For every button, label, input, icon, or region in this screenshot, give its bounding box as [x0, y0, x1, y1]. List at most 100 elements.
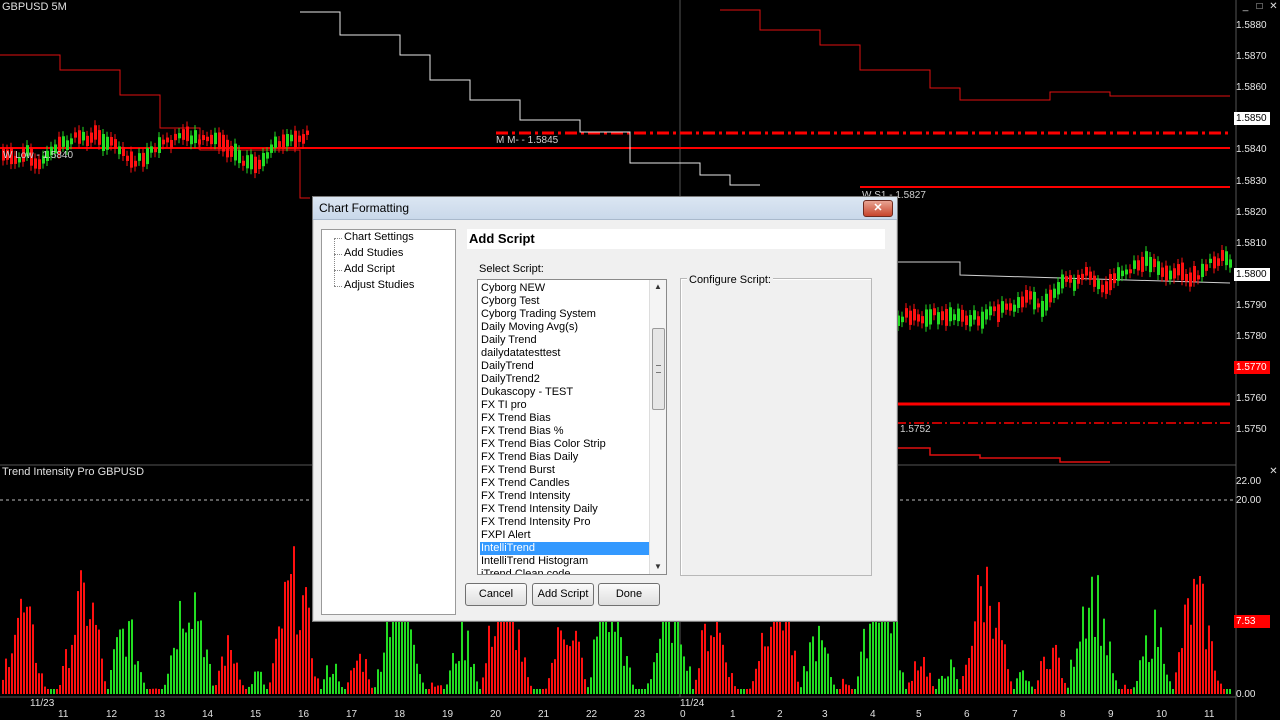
dialog-close-button[interactable]: ✕ — [863, 200, 893, 217]
candle — [993, 306, 996, 312]
price-tick-label: 1.5840 — [1236, 144, 1267, 156]
histogram-bar — [125, 656, 127, 694]
histogram-bar — [824, 647, 826, 694]
histogram-bar — [566, 644, 568, 694]
histogram-bar — [623, 665, 625, 694]
nav-item-chart-settings[interactable]: Chart Settings — [344, 231, 414, 243]
histogram-bar — [659, 638, 661, 694]
histogram-bar — [386, 615, 388, 694]
script-list-item[interactable]: FX Trend Intensity — [480, 490, 649, 503]
histogram-bar — [233, 663, 235, 694]
script-list-item[interactable]: Daily Moving Avg(s) — [480, 321, 649, 334]
candle — [1105, 281, 1108, 294]
candle — [1165, 265, 1168, 281]
configure-script-group — [680, 278, 872, 576]
cancel-button[interactable]: Cancel — [465, 583, 527, 606]
list-scrollbar[interactable]: ▲ ▼ — [649, 280, 666, 574]
histogram-bar — [980, 586, 982, 694]
histogram-bar — [155, 688, 157, 694]
candle — [953, 314, 956, 321]
scroll-up-icon[interactable]: ▲ — [650, 280, 666, 294]
histogram-bar — [557, 627, 559, 694]
histogram-bar — [209, 663, 211, 694]
histogram-bar — [764, 646, 766, 694]
script-listbox[interactable]: Cyborg NEW Cyborg Test Cyborg Trading Syst… — [477, 279, 667, 575]
histogram-bar — [761, 632, 763, 694]
candle — [298, 135, 301, 142]
nav-item-adjust-studies[interactable]: Adjust Studies — [344, 279, 414, 291]
histogram-bar — [11, 653, 13, 694]
maximize-icon[interactable]: □ — [1254, 1, 1265, 12]
add-script-button[interactable]: Add Script — [532, 583, 594, 606]
script-list-item[interactable]: DailyTrend2 — [480, 373, 649, 386]
histogram-bar — [1229, 689, 1231, 694]
script-list-item[interactable]: Cyborg Test — [480, 295, 649, 308]
script-list-item[interactable]: Daily Trend — [480, 334, 649, 347]
histogram-bar — [470, 667, 472, 694]
scroll-down-icon[interactable]: ▼ — [650, 560, 666, 574]
script-list-item[interactable]: FX Trend Candles — [480, 477, 649, 490]
script-list-item[interactable]: IntelliTrend Histogram — [480, 555, 649, 568]
histogram-bar — [743, 689, 745, 694]
histogram-bar — [1070, 659, 1072, 694]
histogram-bar — [539, 689, 541, 694]
histogram-bar — [350, 670, 352, 694]
script-list-item[interactable]: Cyborg NEW — [480, 282, 649, 295]
histogram-bar — [935, 689, 937, 694]
candle — [1061, 274, 1064, 289]
w-low-annotation: W Low - 1.5840 — [3, 150, 74, 161]
script-list-item[interactable]: Dukascopy - TEST — [480, 386, 649, 399]
histogram-bar — [1121, 689, 1123, 694]
script-list-item[interactable]: FX Trend Intensity Pro — [480, 516, 649, 529]
histogram-bar — [62, 665, 64, 694]
candle — [1161, 267, 1164, 277]
time-tick-label: 19 — [442, 709, 454, 720]
script-list-item[interactable]: FX TI pro — [480, 399, 649, 412]
done-button[interactable]: Done — [598, 583, 660, 606]
close-icon[interactable]: ✕ — [1268, 1, 1279, 12]
dialog-titlebar[interactable]: Chart Formatting ✕ — [313, 197, 897, 220]
script-list-item[interactable]: FX Trend Bias % — [480, 425, 649, 438]
histogram-bar — [713, 637, 715, 694]
histogram-bar — [173, 647, 175, 694]
script-list-item[interactable]: FX Trend Bias Color Strip — [480, 438, 649, 451]
time-tick-label: 0 — [680, 709, 686, 720]
script-list-item[interactable]: DailyTrend — [480, 360, 649, 373]
histogram-bar — [194, 592, 196, 694]
script-list-item[interactable]: FX Trend Bias Daily — [480, 451, 649, 464]
indicator-tick-label: 20.00 — [1236, 495, 1262, 506]
script-list-item[interactable]: Cyborg Trading System — [480, 308, 649, 321]
histogram-bar — [710, 635, 712, 694]
candle — [1173, 268, 1176, 279]
price-tick-label: 1.5790 — [1236, 299, 1267, 311]
candle — [1081, 273, 1084, 280]
minimize-icon[interactable]: _ — [1240, 1, 1251, 12]
nav-item-add-studies[interactable]: Add Studies — [344, 247, 403, 259]
script-list-item[interactable]: FXPI Alert — [480, 529, 649, 542]
candle — [1145, 251, 1148, 266]
histogram-bar — [1112, 673, 1114, 694]
script-list-item[interactable]: iTrend Clean code — [480, 568, 649, 574]
time-tick-label: 20 — [490, 709, 502, 720]
histogram-bar — [1196, 584, 1198, 694]
scroll-thumb[interactable] — [652, 328, 665, 410]
script-list-item[interactable]: FX Trend Burst — [480, 464, 649, 477]
candle — [294, 130, 297, 148]
histogram-bar — [80, 570, 82, 694]
histogram-bar — [56, 689, 58, 694]
histogram-bar — [647, 683, 649, 694]
script-list-item[interactable]: IntelliTrend — [480, 542, 649, 555]
script-list-item[interactable]: dailydatatesttest — [480, 347, 649, 360]
script-list-item[interactable]: FX Trend Bias — [480, 412, 649, 425]
histogram-bar — [731, 673, 733, 694]
nav-item-add-script[interactable]: Add Script — [344, 263, 395, 275]
price-tick-label: 1.5760 — [1236, 393, 1267, 405]
histogram-bar — [272, 663, 274, 694]
histogram-bar — [740, 689, 742, 694]
histogram-bar — [917, 670, 919, 694]
script-list-item[interactable]: FX Trend Intensity Daily — [480, 503, 649, 516]
histogram-bar — [1184, 604, 1186, 694]
histogram-bar — [563, 639, 565, 694]
histogram-bar — [278, 626, 280, 694]
histogram-bar — [167, 673, 169, 694]
